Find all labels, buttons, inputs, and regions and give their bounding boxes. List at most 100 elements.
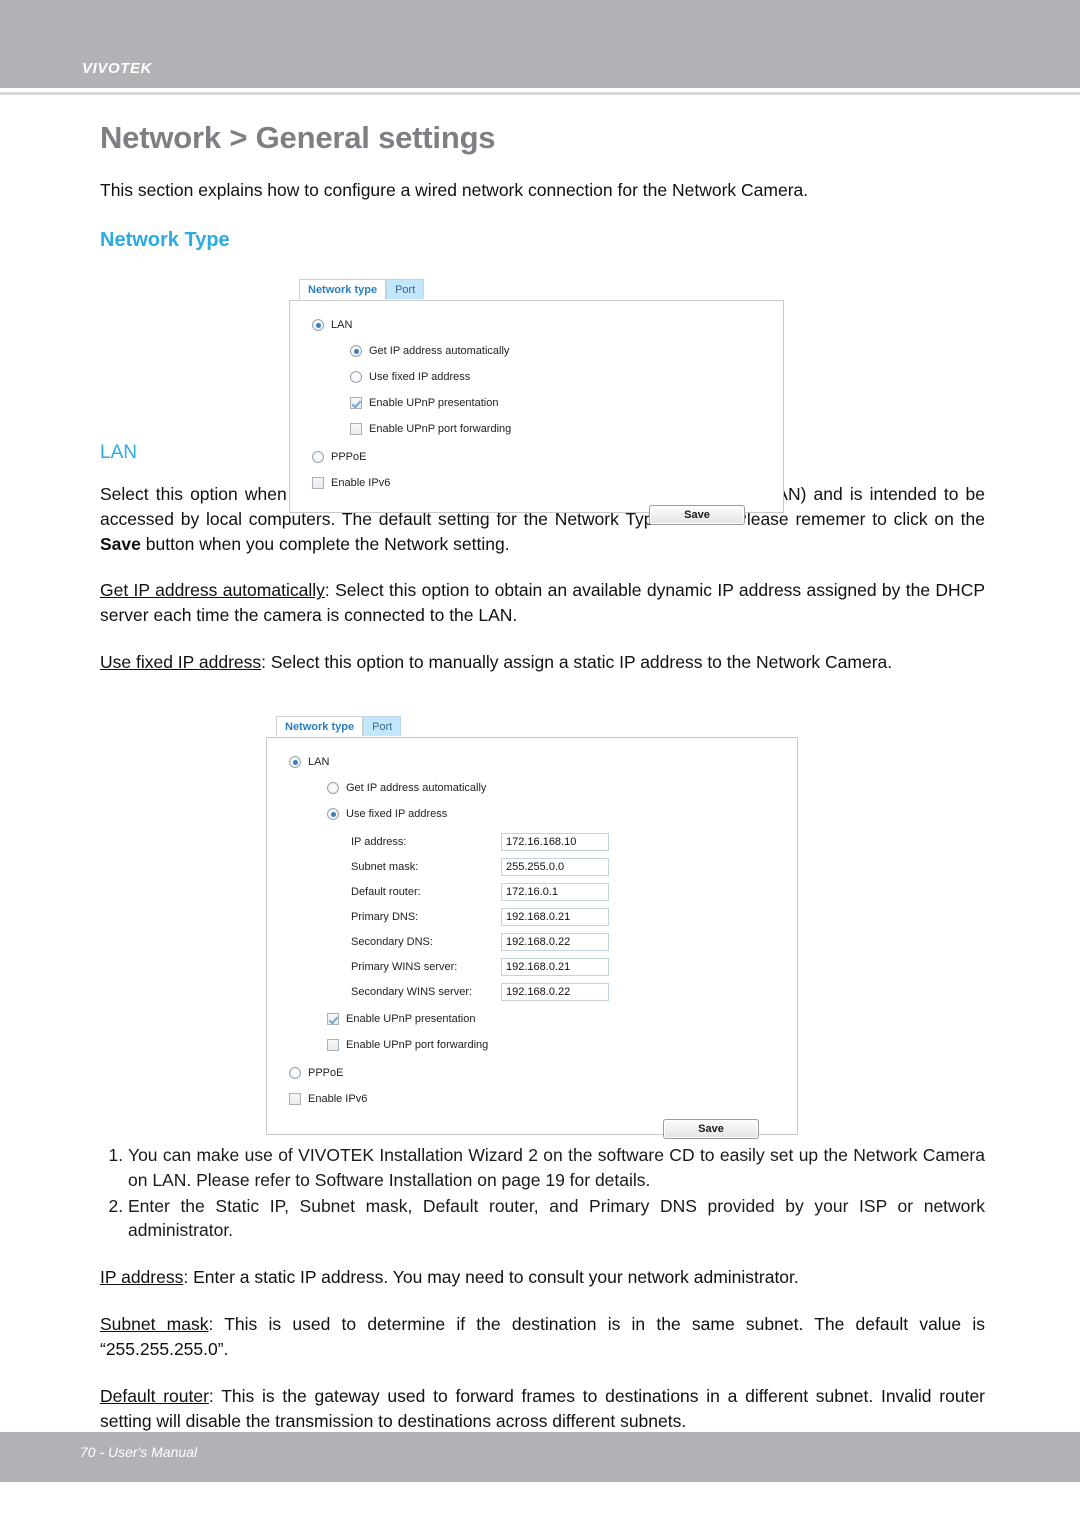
primary-wins-server-label: Primary WINS server: [351,961,458,973]
radio-lan-icon[interactable] [289,756,301,768]
secondary-wins-server-input[interactable] [501,983,609,1001]
checkbox-upnp-presentation-icon[interactable] [327,1013,339,1025]
field-row: Default router: [351,883,781,901]
tab-network-type[interactable]: Network type [299,279,387,299]
checkbox-upnp-port-forwarding-row[interactable]: Enable UPnP port forwarding [350,423,767,435]
page-title: Network > General settings [100,120,496,155]
default-router-input[interactable] [501,883,609,901]
tab-port[interactable]: Port [386,279,425,299]
subnet-mask-label: Subnet mask: [351,861,419,873]
default-router-desc: : This is the gateway used to forward fr… [100,1385,986,1431]
radio-get-ip-auto-icon[interactable] [350,345,362,357]
subnet-mask-paragraph: Subnet mask: This is used to determine i… [100,1312,985,1362]
checkbox-ipv6-icon[interactable] [289,1093,301,1105]
radio-pppoe-row[interactable]: PPPoE [312,451,767,463]
checkbox-ipv6-row[interactable]: Enable IPv6 [289,1093,781,1105]
checkbox-upnp-presentation-label: Enable UPnP presentation [346,1013,476,1025]
tab-network-type[interactable]: Network type [276,716,364,736]
widget-tabs: Network type Port [299,279,784,301]
field-row: IP address: [351,833,781,851]
radio-pppoe-label: PPPoE [308,1067,344,1079]
header-divider [0,92,1080,95]
field-row: Primary WINS server: [351,958,781,976]
checkbox-upnp-port-forwarding-row[interactable]: Enable UPnP port forwarding [327,1039,781,1051]
lan-desc-save-word: Save [100,533,141,554]
field-row: Secondary DNS: [351,933,781,951]
ip-address-paragraph: IP address: Enter a static IP address. Y… [100,1265,985,1290]
subnet-mask-term: Subnet mask [100,1314,209,1335]
ip-address-term: IP address [100,1267,184,1288]
network-type-heading: Network Type [100,228,230,251]
radio-use-fixed-ip-row[interactable]: Use fixed IP address [327,808,781,820]
footer-page-label: 70 - User's Manual [80,1444,198,1460]
use-fixed-paragraph: Use fixed IP address: Select this option… [100,650,985,675]
widget-tabs: Network type Port [276,716,798,738]
radio-use-fixed-ip-icon[interactable] [327,808,339,820]
radio-use-fixed-ip-label: Use fixed IP address [346,808,448,820]
use-fixed-desc: : Select this option to manually assign … [261,652,893,673]
tab-port[interactable]: Port [363,716,402,736]
radio-get-ip-auto-label: Get IP address automatically [369,345,510,357]
secondary-wins-server-label: Secondary WINS server: [351,986,473,998]
checkbox-upnp-presentation-label: Enable UPnP presentation [369,397,499,409]
checkbox-upnp-presentation-icon[interactable] [350,397,362,409]
radio-get-ip-auto-row[interactable]: Get IP address automatically [327,782,781,794]
numbered-instructions: You can make use of VIVOTEK Installation… [100,1143,985,1243]
widget-panel: LAN Get IP address automatically Use fix… [266,737,798,1139]
get-ip-term: Get IP address automatically [100,580,325,601]
subnet-mask-input[interactable] [501,858,609,876]
lan-radio-row[interactable]: LAN [289,756,781,768]
checkbox-ipv6-icon[interactable] [312,477,324,489]
ip-address-input[interactable] [501,833,609,851]
lan-radio-label: LAN [308,756,330,768]
default-router-label: Default router: [351,886,421,898]
checkbox-upnp-presentation-row[interactable]: Enable UPnP presentation [327,1013,781,1025]
lan-radio-label: LAN [331,319,353,331]
save-button[interactable]: Save [663,1119,759,1139]
save-button[interactable]: Save [649,505,745,525]
ip-address-label: IP address: [351,836,407,848]
radio-get-ip-auto-label: Get IP address automatically [346,782,487,794]
field-row: Primary DNS: [351,908,781,926]
checkbox-upnp-port-forwarding-label: Enable UPnP port forwarding [369,423,512,435]
save-button-row: Save [283,1119,759,1139]
radio-use-fixed-ip-row[interactable]: Use fixed IP address [350,371,767,383]
radio-pppoe-row[interactable]: PPPoE [289,1067,781,1079]
list-item: You can make use of VIVOTEK Installation… [128,1143,985,1193]
primary-wins-server-input[interactable] [501,958,609,976]
subnet-mask-desc: : This is used to determine if the desti… [100,1314,985,1359]
secondary-dns-input[interactable] [501,933,609,951]
radio-get-ip-auto-row[interactable]: Get IP address automatically [350,345,767,357]
radio-use-fixed-ip-icon[interactable] [350,371,362,383]
field-row: Subnet mask: [351,858,781,876]
list-item: Enter the Static IP, Subnet mask, Defaul… [128,1194,985,1244]
radio-pppoe-icon[interactable] [289,1067,301,1079]
checkbox-upnp-port-forwarding-icon[interactable] [327,1039,339,1051]
checkbox-ipv6-row[interactable]: Enable IPv6 [312,477,767,489]
radio-pppoe-label: PPPoE [331,451,367,463]
lan-radio-row[interactable]: LAN [312,319,767,331]
lan-desc-part2: button when you complete the Network set… [140,533,510,554]
save-button-row: Save [306,505,745,525]
widget-panel: LAN Get IP address automatically Use fix… [289,300,784,525]
use-fixed-term: Use fixed IP address [100,652,262,673]
checkbox-upnp-port-forwarding-icon[interactable] [350,423,362,435]
secondary-dns-label: Secondary DNS: [351,936,433,948]
checkbox-upnp-port-forwarding-label: Enable UPnP port forwarding [346,1039,489,1051]
checkbox-upnp-presentation-row[interactable]: Enable UPnP presentation [350,397,767,409]
radio-lan-icon[interactable] [312,319,324,331]
radio-get-ip-auto-icon[interactable] [327,782,339,794]
field-row: Secondary WINS server: [351,983,781,1001]
brand-logo: VIVOTEK [82,60,153,77]
checkbox-ipv6-label: Enable IPv6 [331,477,391,489]
primary-dns-label: Primary DNS: [351,911,419,923]
default-router-term: Default router [100,1385,209,1406]
radio-use-fixed-ip-label: Use fixed IP address [369,371,471,383]
default-router-paragraph: Default router: This is the gateway used… [100,1384,985,1434]
radio-pppoe-icon[interactable] [312,451,324,463]
checkbox-ipv6-label: Enable IPv6 [308,1093,368,1105]
ip-address-desc: : Enter a static IP address. You may nee… [183,1267,799,1288]
get-ip-paragraph: Get IP address automatically: Select thi… [100,578,985,628]
page-header-bar [0,0,1080,88]
primary-dns-input[interactable] [501,908,609,926]
